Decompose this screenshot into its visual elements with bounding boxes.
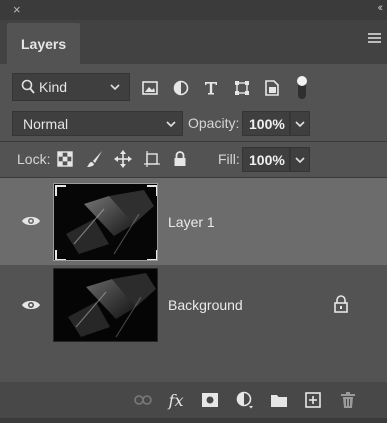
layer-thumbnail[interactable] — [53, 268, 158, 342]
blend-mode-select[interactable]: Normal — [12, 111, 183, 136]
blend-mode-value: Normal — [23, 116, 69, 132]
layer-row-layer-1[interactable]: Layer 1 — [0, 178, 387, 265]
visibility-eye-icon[interactable] — [21, 214, 41, 228]
filter-toggle-icon[interactable] — [291, 76, 313, 99]
layer-thumbnail[interactable] — [53, 183, 158, 261]
layer-filter-row: Kind — [0, 73, 387, 103]
chevron-down-icon — [110, 80, 120, 96]
filter-type-label: Kind — [39, 79, 68, 95]
chevron-down-icon — [295, 156, 305, 163]
divider — [0, 141, 387, 142]
chevron-down-icon — [295, 120, 305, 127]
delete-layer-icon[interactable] — [338, 390, 358, 410]
layer-lock-icon[interactable] — [333, 295, 349, 313]
fx-label: fx — [168, 390, 184, 410]
adjustment-filter-icon[interactable] — [170, 77, 192, 99]
fill-label: Fill: — [218, 151, 240, 167]
tab-layers[interactable]: Layers — [7, 23, 80, 64]
panel-title-bar: × ‹‹ — [0, 0, 387, 20]
lock-row: Lock: Fill: 100% — [0, 147, 387, 172]
lock-transparent-pixels-icon[interactable] — [55, 149, 75, 169]
opacity-slider-toggle[interactable] — [290, 111, 310, 136]
new-adjustment-icon[interactable] — [235, 390, 255, 410]
layer-row-background[interactable]: Background — [0, 265, 387, 345]
layer-name[interactable]: Background — [168, 297, 243, 313]
pixel-filter-icon[interactable] — [139, 77, 161, 99]
layer-name[interactable]: Layer 1 — [168, 214, 215, 230]
panel-tab-bar: Layers — [0, 20, 387, 64]
blend-row: Normal Opacity: 100% — [0, 111, 387, 137]
smart-object-filter-icon[interactable] — [261, 77, 283, 99]
shape-filter-icon[interactable] — [231, 77, 253, 99]
link-layers-icon[interactable] — [133, 390, 153, 410]
fill-input[interactable]: 100% — [242, 147, 290, 172]
new-layer-icon[interactable] — [303, 390, 323, 410]
chevron-down-icon — [166, 117, 176, 133]
close-panel-button[interactable]: × — [13, 2, 21, 17]
panel-menu-icon[interactable] — [368, 33, 381, 45]
lock-artboard-icon[interactable] — [142, 149, 162, 169]
lock-position-icon[interactable] — [113, 149, 133, 169]
opacity-input[interactable]: 100% — [242, 111, 290, 136]
lock-label: Lock: — [17, 151, 51, 167]
layers-footer-toolbar: fx — [0, 382, 387, 418]
lock-image-pixels-icon[interactable] — [85, 149, 105, 169]
search-icon — [21, 79, 35, 98]
add-mask-icon[interactable] — [200, 390, 220, 410]
new-group-icon[interactable] — [269, 390, 289, 410]
lock-all-icon[interactable] — [170, 149, 190, 169]
visibility-eye-icon[interactable] — [21, 298, 41, 312]
fill-slider-toggle[interactable] — [290, 147, 310, 172]
filter-type-select[interactable]: Kind — [12, 73, 130, 101]
type-filter-icon[interactable] — [200, 77, 222, 99]
collapse-panel-button[interactable]: ‹‹ — [378, 2, 384, 14]
opacity-label: Opacity: — [188, 115, 240, 131]
panel-bottom-edge — [0, 418, 387, 423]
fx-icon[interactable]: fx — [166, 390, 186, 410]
